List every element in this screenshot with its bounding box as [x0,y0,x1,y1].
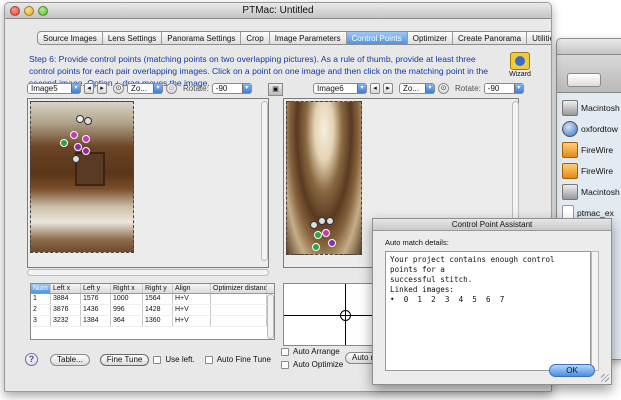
auto-arrange-row: Auto Arrange [281,347,340,356]
control-point[interactable] [70,131,78,139]
globe-icon [562,120,578,137]
left-rotate-select[interactable]: -90 ▾ [211,83,252,94]
control-point[interactable] [318,217,326,225]
desktop: Macintosh oxfordtow FireWire FireWire Ma… [0,0,621,400]
control-point[interactable] [72,155,80,163]
right-image-controls: Image6 ▾ ◂ ▸ Zo... ▾ ⊙ Rotate: -90 ▾ [313,83,524,94]
left-image-vscroll[interactable] [261,101,268,261]
control-point-assistant-dialog: Control Point Assistant Auto match detai… [372,218,612,385]
crosshair-circle [340,310,351,321]
left-zoom-select[interactable]: Zo... ▾ [127,83,163,94]
back-forward-buttons[interactable] [567,73,601,87]
chevron-down-icon: ▾ [513,84,523,93]
control-point[interactable] [326,217,334,225]
ok-button[interactable]: OK [549,364,595,377]
finder-item[interactable]: Macintosh [557,181,621,202]
auto-match-details-text[interactable]: Your project contains enough control poi… [385,251,591,371]
tab-optimizer[interactable]: Optimizer [408,32,453,44]
left-image-hscroll[interactable] [27,269,269,276]
orange-drive-icon [562,162,578,179]
tab-panorama-settings[interactable]: Panorama Settings [162,32,242,44]
control-point[interactable] [82,147,90,155]
tab-bar: Source Images Lens Settings Panorama Set… [37,31,551,45]
auto-match-details-label: Auto match details: [385,238,449,247]
control-point[interactable] [76,115,84,123]
auto-fine-tune-checkbox[interactable] [204,355,213,364]
right-image-select[interactable]: Image6 ▾ [313,83,367,94]
auto-optimize-row: Auto Optimize [281,360,343,369]
finder-item[interactable]: FireWire [557,160,621,181]
table-vscroll[interactable] [267,294,274,339]
next-image-button[interactable]: ▸ [383,83,393,94]
orange-drive-icon [562,141,578,158]
control-point[interactable] [84,117,92,125]
details-vscroll[interactable] [591,251,599,371]
table-button[interactable]: Table... [50,353,90,366]
control-point[interactable] [314,231,322,239]
next-image-button[interactable]: ▸ [97,83,107,94]
control-point[interactable] [60,139,68,147]
left-image-select[interactable]: Image5 ▾ [27,83,81,94]
window-title: PTMac: Untitled [242,5,314,16]
finder-titlebar[interactable] [557,39,621,55]
tab-create-panorama[interactable]: Create Panorama [453,32,528,44]
chevron-down-icon: ▾ [71,84,80,93]
table-header: Num Left x Left y Right x Right y Align … [31,284,274,294]
table-row[interactable]: 2 3876 1436 996 1428 H+V [31,305,274,316]
tab-lens-settings[interactable]: Lens Settings [103,32,163,44]
right-rotate-select[interactable]: -90 ▾ [483,83,524,94]
chevron-down-icon: ▾ [241,84,251,93]
zoom-button[interactable] [38,6,48,16]
hard-drive-icon [562,99,578,116]
finder-item[interactable]: oxfordtow [557,118,621,139]
control-point[interactable] [74,143,82,151]
wizard-icon [510,52,530,70]
control-point[interactable] [82,135,90,143]
finder-toolbar [557,55,621,93]
link-images-button[interactable]: ▣ [268,83,283,96]
auto-optimize-checkbox[interactable] [281,360,289,369]
tab-source-images[interactable]: Source Images [38,32,103,44]
minimize-button[interactable] [24,6,34,16]
close-button[interactable] [10,6,20,16]
table-row[interactable]: 1 3884 1576 1000 1564 H+V [31,294,274,305]
left-image-controls: Image5 ▾ ◂ ▸ ⊙ Zo... ▾ ⊙ Rotate: -90 ▾ [27,83,252,94]
prev-image-button[interactable]: ◂ [84,83,94,94]
prev-image-button[interactable]: ◂ [370,83,380,94]
use-left-checkbox[interactable] [153,355,162,364]
resize-grip-icon[interactable] [601,374,609,382]
left-image-view[interactable] [27,98,269,268]
auto-arrange-checkbox[interactable] [281,347,289,356]
magnifier-icon[interactable]: ⊙ [438,83,449,94]
chevron-down-icon: ▾ [425,84,434,93]
finder-item[interactable]: FireWire [557,139,621,160]
dialog-title[interactable]: Control Point Assistant [373,219,611,231]
magnifier-icon[interactable]: ⊙ [113,83,124,94]
right-zoom-select[interactable]: Zo... ▾ [399,83,435,94]
hard-drive-icon [562,183,578,200]
chevron-down-icon: ▾ [357,84,366,93]
fine-tune-button[interactable]: Fine Tune [99,353,150,366]
reset-zoom-icon[interactable]: ⊙ [166,83,177,94]
help-button[interactable]: ? [25,353,38,366]
wizard-button[interactable]: Wizard [505,52,535,78]
table-row[interactable]: 3 3232 1384 364 1360 H+V [31,316,274,327]
chevron-down-icon: ▾ [153,84,162,93]
control-point[interactable] [310,221,318,229]
control-point[interactable] [328,239,336,247]
tab-image-parameters[interactable]: Image Parameters [270,32,347,44]
control-point[interactable] [322,229,330,237]
tab-control-points[interactable]: Control Points [346,32,408,44]
finder-item[interactable]: Macintosh [557,97,621,118]
control-point-table[interactable]: Num Left x Left y Right x Right y Align … [30,283,275,340]
control-point[interactable] [312,243,320,251]
bottom-left-controls: ? Table... Fine Tune Use left. Auto Fine… [25,353,271,366]
tab-utilities[interactable]: Utilities [527,32,551,44]
window-titlebar[interactable]: PTMac: Untitled [5,3,551,19]
left-panorama-photo [30,101,134,253]
tab-crop[interactable]: Crop [241,32,270,44]
